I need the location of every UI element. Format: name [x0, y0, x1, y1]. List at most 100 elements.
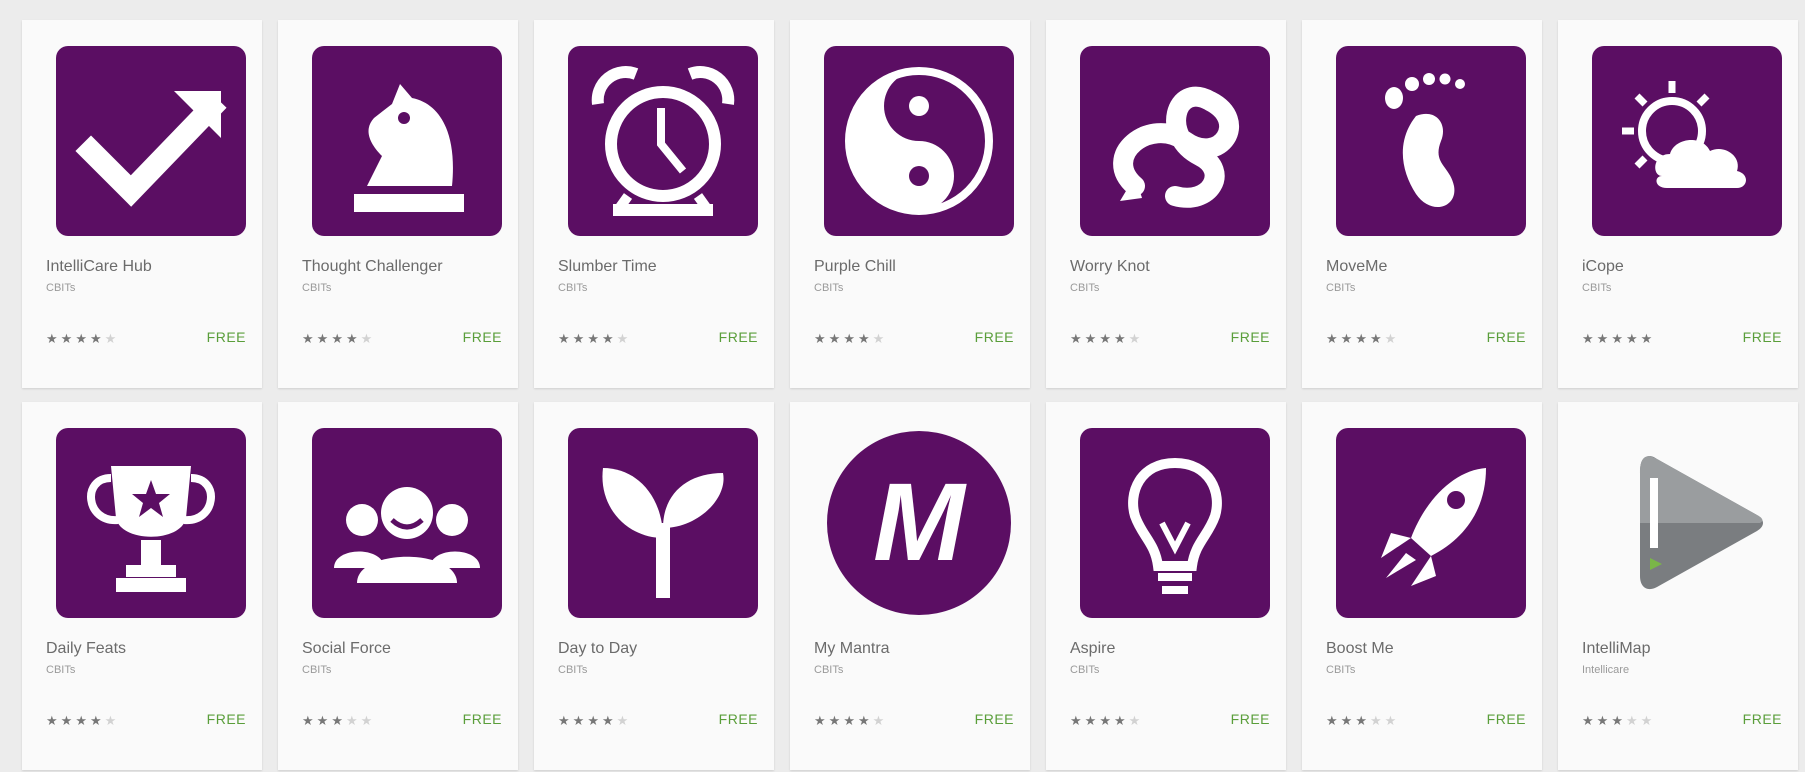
app-card[interactable]: IntelliCare Hub CBITs ★★★★★ FREE [22, 20, 262, 388]
app-card[interactable]: Boost Me CBITs ★★★★★ FREE [1302, 402, 1542, 770]
app-title: Aspire [1070, 640, 1116, 657]
star-icon: ★ [75, 713, 90, 728]
app-card[interactable]: M My Mantra CBITs ★★★★★ FREE [790, 402, 1030, 770]
app-price: FREE [718, 711, 758, 727]
app-rating-stars: ★★★★★ [1582, 331, 1655, 347]
star-icon: ★ [1340, 713, 1356, 728]
app-title: Day to Day [558, 640, 638, 657]
star-icon: ★ [1084, 713, 1100, 728]
star-icon: ★ [1369, 331, 1385, 346]
app-rating-stars: ★★★★★ [814, 331, 887, 347]
app-developer: CBITs [1326, 282, 1356, 294]
app-price: FREE [718, 329, 758, 345]
app-card[interactable]: Aspire CBITs ★★★★★ FREE [1046, 402, 1286, 770]
star-icon: ★ [75, 331, 90, 346]
app-developer: CBITs [558, 664, 588, 676]
star-icon: ★ [601, 713, 617, 728]
app-developer: CBITs [1070, 282, 1100, 294]
app-rating-stars: ★★★★★ [558, 713, 631, 729]
app-title: Boost Me [1326, 640, 1394, 657]
star-icon: ★ [872, 331, 888, 346]
star-icon: ★ [331, 713, 346, 728]
app-card[interactable]: Day to Day CBITs ★★★★★ FREE [534, 402, 774, 770]
star-icon: ★ [60, 331, 76, 346]
app-price: FREE [1486, 329, 1526, 345]
star-icon: ★ [1128, 713, 1144, 728]
star-icon: ★ [1326, 713, 1341, 728]
star-icon: ★ [843, 331, 858, 346]
trophy-icon [56, 428, 246, 618]
app-title: Daily Feats [46, 640, 127, 657]
star-icon: ★ [1355, 331, 1370, 346]
app-card[interactable]: Social Force CBITs ★★★★★ FREE [278, 402, 518, 770]
play-triangle-icon [1592, 428, 1782, 618]
rocket-icon [1336, 428, 1526, 618]
star-icon: ★ [360, 331, 376, 346]
app-card[interactable]: Thought Challenger CBITs ★★★★★ FREE [278, 20, 518, 388]
star-icon: ★ [857, 331, 873, 346]
app-rating-stars: ★★★★★ [1326, 331, 1399, 347]
check-arrow-icon [56, 46, 246, 236]
star-icon: ★ [587, 331, 602, 346]
star-icon: ★ [601, 331, 617, 346]
sun-cloud-icon [1592, 46, 1782, 236]
app-developer: CBITs [814, 664, 844, 676]
app-card[interactable]: IntelliMap Intellicare ★★★★★ FREE [1558, 402, 1798, 770]
app-rating-stars: ★★★★★ [1070, 713, 1143, 729]
app-price: FREE [1230, 711, 1270, 727]
sprout-icon [568, 428, 758, 618]
yin-yang-icon [824, 46, 1014, 236]
app-title: Slumber Time [558, 258, 657, 275]
star-icon: ★ [331, 331, 346, 346]
star-icon: ★ [302, 713, 317, 728]
app-title: iCope [1582, 258, 1624, 275]
app-rating-stars: ★★★★★ [558, 331, 631, 347]
m-letter-icon: M [824, 428, 1014, 618]
app-title: IntelliMap [1582, 640, 1651, 657]
star-icon: ★ [1099, 331, 1114, 346]
star-icon: ★ [1326, 331, 1341, 346]
star-icon: ★ [857, 713, 873, 728]
app-card[interactable]: Daily Feats CBITs ★★★★★ FREE [22, 402, 262, 770]
group-people-icon [312, 428, 502, 618]
app-rating-stars: ★★★★★ [46, 713, 119, 729]
app-price: FREE [1742, 711, 1782, 727]
star-icon: ★ [316, 331, 332, 346]
star-icon: ★ [1625, 331, 1641, 346]
star-icon: ★ [1070, 331, 1085, 346]
app-card[interactable]: MoveMe CBITs ★★★★★ FREE [1302, 20, 1542, 388]
app-card[interactable]: iCope CBITs ★★★★★ FREE [1558, 20, 1798, 388]
app-price: FREE [206, 329, 246, 345]
app-card[interactable]: Slumber Time CBITs ★★★★★ FREE [534, 20, 774, 388]
star-icon: ★ [1369, 713, 1385, 728]
app-price: FREE [1742, 329, 1782, 345]
star-icon: ★ [345, 331, 361, 346]
star-icon: ★ [1582, 713, 1597, 728]
star-icon: ★ [1113, 713, 1129, 728]
app-rating-stars: ★★★★★ [1582, 713, 1655, 729]
app-developer: CBITs [46, 282, 76, 294]
app-title: Worry Knot [1070, 258, 1150, 275]
star-icon: ★ [616, 331, 632, 346]
star-icon: ★ [1640, 331, 1656, 346]
app-price: FREE [462, 711, 502, 727]
star-icon: ★ [104, 331, 120, 346]
app-card[interactable]: Worry Knot CBITs ★★★★★ FREE [1046, 20, 1286, 388]
star-icon: ★ [60, 713, 76, 728]
star-icon: ★ [572, 713, 588, 728]
knot-icon [1080, 46, 1270, 236]
app-price: FREE [206, 711, 246, 727]
star-icon: ★ [558, 713, 573, 728]
app-price: FREE [1230, 329, 1270, 345]
star-icon: ★ [1611, 713, 1626, 728]
star-icon: ★ [587, 713, 602, 728]
star-icon: ★ [46, 713, 61, 728]
app-developer: CBITs [1326, 664, 1356, 676]
app-developer: CBITs [46, 664, 76, 676]
star-icon: ★ [1611, 331, 1626, 346]
app-card[interactable]: Purple Chill CBITs ★★★★★ FREE [790, 20, 1030, 388]
star-icon: ★ [1070, 713, 1085, 728]
star-icon: ★ [345, 713, 361, 728]
app-developer: CBITs [302, 664, 332, 676]
app-price: FREE [462, 329, 502, 345]
